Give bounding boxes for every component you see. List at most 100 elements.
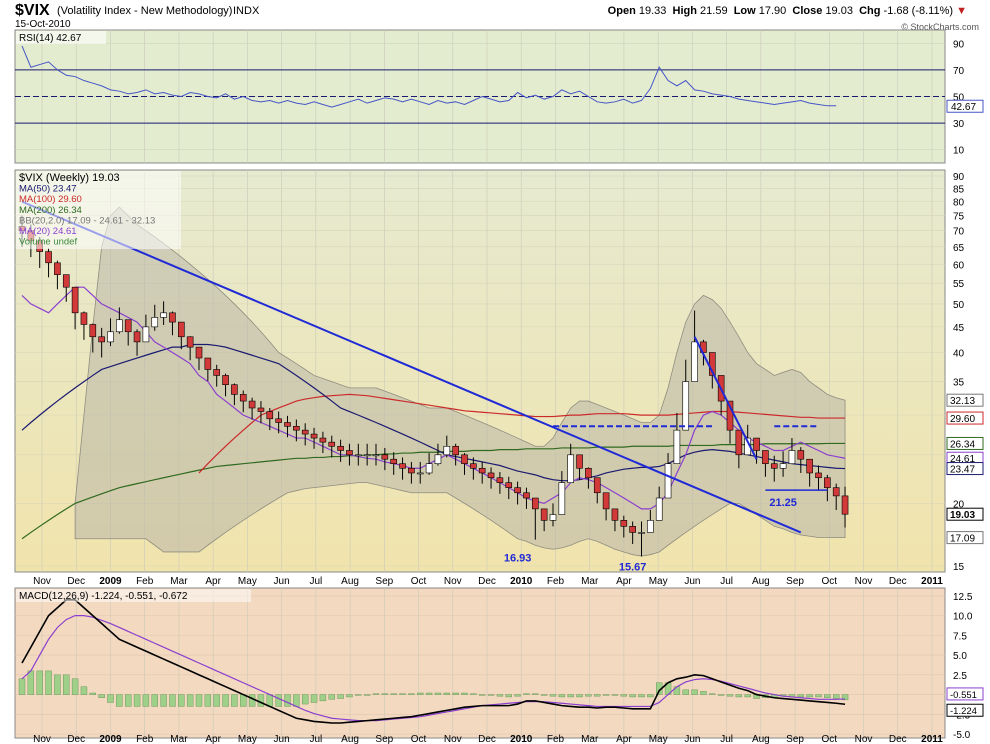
macd-histogram-bar [602, 694, 610, 696]
candle-body [399, 463, 406, 469]
macd-histogram-bar [611, 694, 619, 696]
macd-histogram-bar [18, 678, 26, 695]
candle-body [89, 324, 97, 338]
candle-body [293, 425, 300, 431]
rsi-value-label: 42.67 [951, 102, 976, 113]
x-tick-label: Oct [822, 576, 838, 587]
candle-body [576, 454, 583, 469]
candle-body [735, 429, 743, 456]
candle-body [815, 472, 822, 479]
candle-body [239, 394, 247, 402]
macd-histogram-bar [452, 692, 459, 695]
macd-histogram-bar [567, 694, 574, 698]
macd-histogram-bar [36, 670, 43, 695]
macd-histogram-bar [257, 694, 265, 707]
macd-histogram-bar [71, 678, 79, 695]
macd-histogram-bar [620, 694, 627, 697]
x-tick-label: Jul [309, 576, 322, 587]
candle-body [80, 312, 88, 325]
macd-histogram-bar [124, 694, 132, 707]
annotation-low: 15.67 [619, 561, 647, 573]
candle-body [257, 407, 265, 412]
macd-histogram-bar [284, 694, 291, 707]
candle-body [354, 454, 362, 457]
candle-body [186, 336, 194, 348]
macd-histogram-bar [169, 694, 176, 707]
x-tick-label: Mar [581, 576, 599, 587]
macd-histogram-bar [222, 694, 229, 707]
x-tick-label: Sep [375, 576, 393, 587]
macd-histogram-bar [540, 694, 548, 696]
macd-histogram-bar [647, 694, 654, 698]
macd-histogram-bar [213, 694, 220, 707]
x-tick-label: Nov [855, 576, 873, 587]
macd-histogram-bar [549, 694, 557, 697]
macd-histogram-bar [629, 694, 636, 698]
y-tick-label: 5.0 [953, 651, 967, 662]
x-tick-label: Mar [581, 734, 599, 744]
x-tick-label: 2010 [510, 576, 533, 587]
candle-body [213, 369, 220, 376]
candle-body [363, 454, 371, 457]
candle-body [788, 450, 796, 464]
candle-body [523, 492, 530, 499]
y-tick-label: 70 [953, 227, 965, 238]
macd-histogram-bar [709, 693, 716, 695]
candle-body [655, 497, 663, 521]
macd-histogram-bar [735, 694, 743, 698]
x-tick-label: Mar [170, 734, 188, 744]
x-tick-label: Aug [341, 734, 359, 744]
y-tick-label: 90 [953, 172, 965, 183]
x-tick-label: Dec [889, 576, 907, 587]
x-tick-label: Sep [786, 734, 804, 744]
candle-body [151, 317, 159, 328]
candle-body [372, 454, 380, 457]
macd-legend: MACD(12,26,9) -1.224, -0.551, -0.672 [19, 591, 188, 602]
x-tick-label: Dec [478, 734, 496, 744]
x-tick-label: Dec [889, 734, 907, 744]
x-tick-label: Nov [33, 576, 51, 587]
x-tick-label: May [238, 576, 257, 587]
macd-panel [14, 587, 946, 739]
macd-histogram-bar [576, 694, 583, 698]
x-tick-label: 2011 [921, 576, 943, 587]
candle-body [248, 400, 256, 409]
candle-body [62, 274, 70, 288]
y-tick-label: 30 [953, 119, 965, 130]
candle-body [222, 375, 229, 386]
candle-body [71, 286, 79, 314]
y-tick-label: 45 [953, 323, 965, 334]
x-tick-label: Jul [720, 576, 733, 587]
macd-histogram-bar [806, 694, 813, 698]
macd-histogram-bar [532, 693, 539, 695]
candle-body [832, 487, 840, 497]
candle-body [381, 454, 389, 460]
candle-body [585, 467, 592, 479]
price-legend-entry: Volume undef [19, 237, 77, 248]
x-tick-label: Dec [67, 576, 85, 587]
x-tick-label: Oct [411, 734, 427, 744]
macd-histogram-bar [585, 694, 592, 697]
candle-body [169, 312, 176, 323]
candle-body [54, 262, 61, 275]
x-tick-label: Nov [444, 734, 462, 744]
y-tick-label: 35 [953, 378, 965, 389]
candle-body [98, 336, 105, 343]
candle-body [478, 467, 486, 474]
candle-body [753, 437, 760, 451]
candle-body [390, 458, 398, 464]
price-legend-entry: MA(50) 23.47 [19, 184, 77, 195]
macd-value-label: -1.224 [950, 706, 977, 717]
macd-histogram-bar [682, 689, 689, 695]
candle-body [470, 463, 477, 469]
candle-body [841, 495, 849, 515]
y-tick-label: 80 [953, 198, 965, 209]
x-tick-label: 2011 [921, 734, 943, 744]
macd-histogram-bar [275, 694, 282, 707]
macd-histogram-bar [160, 694, 167, 707]
macd-histogram-bar [133, 694, 141, 707]
candle-body [231, 384, 238, 395]
price-legend-entry: MA(100) 29.60 [19, 194, 82, 205]
candle-body [328, 441, 336, 447]
y-tick-label: 10 [953, 146, 965, 157]
